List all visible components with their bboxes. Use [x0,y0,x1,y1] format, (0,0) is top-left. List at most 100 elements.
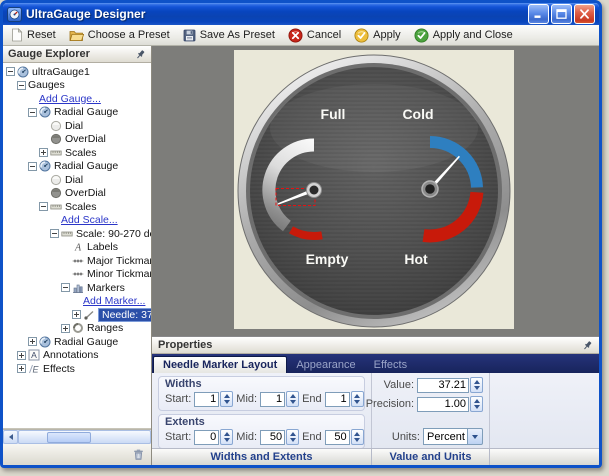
tree-item-radial-gauge[interactable]: Radial Gauge [3,106,151,120]
tree-item-scale-90-270-degr[interactable]: Scale: 90-270 degr [3,227,151,241]
widths-end-spinner[interactable] [351,391,364,407]
tree-item-ultragauge1[interactable]: ultraGauge1 [3,65,151,79]
footer-value-units[interactable]: Value and Units [372,449,490,465]
extents-end-spinner[interactable] [351,429,364,445]
expand-icon[interactable] [72,310,81,319]
tree-item-scales[interactable]: Scales [3,200,151,214]
scale-icon [50,147,62,159]
minimize-icon [533,9,544,19]
widths-extents-column: Widths Start:Mid:End Extents Start:Mid:E… [152,373,372,448]
tree-item-dial[interactable]: Dial [3,119,151,133]
value-label: Value: [384,379,414,391]
title-bar[interactable]: UltraGauge Designer [3,3,599,25]
widths-start-input[interactable] [194,392,219,407]
footer-widths-extents[interactable]: Widths and Extents [152,449,372,465]
apply-icon [354,28,369,43]
collapse-icon[interactable] [6,67,15,76]
collapse-icon[interactable] [61,283,70,292]
close-icon [579,9,590,19]
circle-light-icon [50,174,62,186]
pin-icon[interactable] [135,49,146,60]
maximize-button[interactable] [551,4,572,24]
tree-item-major-tickmar[interactable]: Major Tickmar [3,254,151,268]
scroll-left-button[interactable] [3,430,18,444]
tab-needle-marker-layout[interactable]: Needle Marker Layout [153,356,287,373]
close-button[interactable] [574,4,595,24]
tab-appearance[interactable]: Appearance [287,357,364,373]
tree-item-scales[interactable]: Scales [3,146,151,160]
widths-end-input[interactable] [325,392,350,407]
widths-start-spinner[interactable] [220,391,233,407]
widths-mid-input[interactable] [260,392,285,407]
app-icon [7,7,22,22]
properties-header: Properties [152,337,599,354]
units-dropdown[interactable]: Percent [423,428,483,445]
dropdown-button[interactable] [467,428,483,445]
properties-empty-column [490,373,599,448]
tree-horizontal-scrollbar[interactable] [3,429,151,444]
tree-item-label: Add Marker... [83,295,145,307]
tree-item-markers[interactable]: Markers [3,281,151,295]
toolbar-button-apply-and-close[interactable]: Apply and Close [411,27,520,44]
tree-item-gauges[interactable]: Gauges [3,79,151,93]
extents-mid-input[interactable] [260,430,285,445]
tree-item-radial-gauge[interactable]: Radial Gauge [3,335,151,349]
tree-item-labels[interactable]: ALabels [3,241,151,255]
scrollbar-thumb[interactable] [47,432,91,443]
expand-icon[interactable] [61,324,70,333]
tree-item-minor-tickmar[interactable]: Minor Tickmar [3,268,151,282]
gauge-canvas[interactable]: Full Cold Empty Hot [234,50,514,329]
value-spinner[interactable] [470,377,483,393]
toolbar-button-cancel[interactable]: Cancel [285,27,348,44]
extents-start-input[interactable] [194,430,219,445]
tree-item-dial[interactable]: Dial [3,173,151,187]
main-area: Gauge Explorer ultraGauge1GaugesAdd Gaug… [3,46,599,465]
value-input[interactable] [417,378,469,393]
gauge-explorer-panel: Gauge Explorer ultraGauge1GaugesAdd Gaug… [3,46,152,465]
widths-mid-spinner[interactable] [286,391,299,407]
tree-item-ranges[interactable]: Ranges [3,322,151,336]
gauge-icon [39,160,51,172]
tree-item-add-scale[interactable]: Add Scale... [3,214,151,228]
expand-icon[interactable] [17,351,26,360]
gauge-glass-highlight [270,84,478,172]
toolbar-button-save-as-preset[interactable]: Save As Preset [180,28,282,43]
tree-item-add-gauge[interactable]: Add Gauge... [3,92,151,106]
delete-node-button[interactable] [132,448,145,461]
collapse-icon[interactable] [39,202,48,211]
collapse-icon[interactable] [28,108,37,117]
tab-effects[interactable]: Effects [365,357,416,373]
expand-icon[interactable] [39,148,48,157]
toolbar-button-apply[interactable]: Apply [351,27,408,44]
precision-spinner[interactable] [470,396,483,412]
toolbar-button-choose-a-preset[interactable]: Choose a Preset [66,28,177,43]
extents-start-spinner[interactable] [220,429,233,445]
properties-title: Properties [158,339,212,351]
tree-item-radial-gauge[interactable]: Radial Gauge [3,160,151,174]
extents-end-input[interactable] [325,430,350,445]
expand-icon[interactable] [17,364,26,373]
scale-icon [61,228,73,240]
apply-close-icon [414,28,429,43]
tree-item-add-marker[interactable]: Add Marker... [3,295,151,309]
tree-item-annotations[interactable]: AAnnotations [3,349,151,363]
expand-icon[interactable] [28,337,37,346]
tree-item-overdial[interactable]: OverDial [3,187,151,201]
tree-item-overdial[interactable]: OverDial [3,133,151,147]
collapse-icon[interactable] [17,81,26,90]
pin-icon[interactable] [582,340,593,351]
precision-input[interactable] [417,397,469,412]
minimize-button[interactable] [528,4,549,24]
toolbar-button-label: Apply and Close [433,29,513,41]
app-icon-glyph [9,9,20,20]
collapse-icon[interactable] [28,162,37,171]
extents-mid-spinner[interactable] [286,429,299,445]
toolbar-button-reset[interactable]: Reset [7,27,63,43]
gauge-icon [39,106,51,118]
tree-item-needle-37[interactable]: Needle: 37 [3,308,151,322]
tree-footer-bar [3,444,151,465]
tree-item-effects[interactable]: EEffects [3,362,151,376]
tree-item-label: Major Tickmar [87,255,151,267]
tree-item-label: Scales [65,201,97,213]
collapse-icon[interactable] [50,229,59,238]
